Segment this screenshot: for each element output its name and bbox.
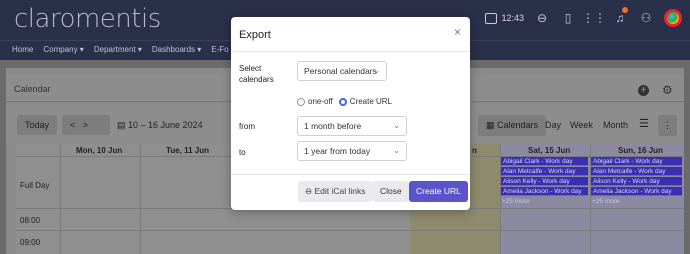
to-label: to <box>239 148 246 157</box>
nav-dashboards[interactable]: Dashboards ▾ <box>152 45 201 54</box>
top-icons: 12:43 ⊖ ▯ ⋮⋮ ♫ ⚇ <box>485 7 682 27</box>
edit-ical-links-button[interactable]: ⊖ Edit iCal links <box>298 181 373 202</box>
col-head-tue: Tue, 11 Jun <box>166 146 209 155</box>
list-view-icon[interactable]: ☰ <box>639 117 649 130</box>
more-events-link[interactable]: +25 more <box>502 198 530 205</box>
calendar-icon <box>485 12 498 24</box>
view-month-button[interactable]: Month <box>603 120 628 130</box>
grid-line <box>16 230 684 231</box>
more-options-icon[interactable]: ⋮ <box>658 115 677 136</box>
add-event-icon[interactable]: + <box>638 85 649 96</box>
date-range-label: 10 – 16 June 2024 <box>128 120 203 130</box>
view-day-button[interactable]: Day <box>545 120 561 130</box>
col-head-mon: Mon, 10 Jun <box>76 146 123 155</box>
prev-next-buttons[interactable]: < > <box>62 115 110 135</box>
calendars-button[interactable]: ▦ Calendars <box>478 115 547 136</box>
date-range: ▤ 10 – 16 June 2024 <box>117 120 203 131</box>
brand-logo-icon[interactable] <box>664 9 682 27</box>
to-select-value: 1 year from today <box>304 146 371 156</box>
modal-divider <box>231 51 470 52</box>
nav-company[interactable]: Company ▾ <box>43 45 83 54</box>
grid-line <box>140 144 141 254</box>
radio-create-label: Create URL <box>349 97 393 106</box>
radio-selected-icon <box>338 97 347 106</box>
clock[interactable]: 12:43 <box>485 12 524 24</box>
clock-time: 12:43 <box>501 13 524 23</box>
edit-ical-label: Edit iCal links <box>314 186 366 196</box>
bell-icon[interactable]: ♫ <box>612 7 628 26</box>
radio-oneoff-label: one-off <box>308 97 333 106</box>
calendar-range-icon: ▤ <box>117 120 129 130</box>
col-head-sat: Sat, 15 Jun <box>528 146 571 155</box>
col-head-sun: Sun, 16 Jun <box>618 146 663 155</box>
radio-oneoff[interactable]: one-off <box>297 97 333 106</box>
chevron-down-icon: ⌄ <box>393 121 400 130</box>
close-icon[interactable]: × <box>454 25 461 39</box>
nav-home[interactable]: Home <box>12 45 33 54</box>
row-label-fullday: Full Day <box>20 181 50 190</box>
select-calendars-label: Select calendars <box>239 64 274 84</box>
to-select[interactable]: 1 year from today ⌄ <box>297 141 407 161</box>
event-item[interactable]: Abigail Clark - Work day <box>501 157 588 166</box>
nav-eforms[interactable]: E-Fo <box>211 45 228 54</box>
event-item[interactable]: Alan Metcalfe - Work day <box>501 167 588 176</box>
view-week-button[interactable]: Week <box>570 120 593 130</box>
bookmark-icon[interactable]: ▯ <box>560 10 576 26</box>
from-select-value: 1 month before <box>304 121 362 131</box>
export-type-radios: one-off Create URL <box>297 97 392 106</box>
apps-grid-icon[interactable]: ⋮⋮ <box>582 10 606 26</box>
modal-title: Export <box>239 29 271 41</box>
from-select[interactable]: 1 month before ⌄ <box>297 116 407 136</box>
link-icon[interactable]: ⊖ <box>534 10 550 26</box>
today-button[interactable]: Today <box>17 115 58 135</box>
close-button[interactable]: Close <box>373 181 409 202</box>
calendars-select-value: Personal calendars <box>304 66 377 76</box>
modal-divider <box>231 174 470 175</box>
radio-create-url[interactable]: Create URL <box>338 97 393 106</box>
more-events-link[interactable]: +25 more <box>592 198 620 205</box>
chevron-down-icon: ⌄ <box>373 66 380 75</box>
export-modal: Export × Select calendars Personal calen… <box>231 17 470 210</box>
create-url-button[interactable]: Create URL <box>409 181 468 202</box>
notification-dot <box>622 7 628 13</box>
calendars-label: Calendars <box>497 120 539 130</box>
from-label: from <box>239 122 255 131</box>
event-item[interactable]: Amelia Jackson - Work day <box>591 187 682 196</box>
radio-circle-icon <box>297 97 305 106</box>
calendars-select[interactable]: Personal calendars ⌄ <box>297 61 387 81</box>
event-item[interactable]: Alison Kelly - Work day <box>591 177 682 186</box>
nav-department[interactable]: Department ▾ <box>94 45 142 54</box>
page-title: Calendar <box>14 84 51 94</box>
row-label-0900: 09:00 <box>20 238 41 247</box>
grid-line <box>60 144 61 254</box>
chevron-down-icon: ⌄ <box>393 146 400 155</box>
event-item[interactable]: Amelia Jackson - Work day <box>501 187 588 196</box>
people-icon[interactable]: ⚇ <box>638 10 654 26</box>
col-head-partial: n <box>472 146 477 155</box>
settings-gear-icon[interactable]: ⚙ <box>662 83 673 97</box>
row-label-0800: 08:00 <box>20 216 41 225</box>
event-item[interactable]: Abigail Clark - Work day <box>591 157 682 166</box>
event-item[interactable]: Alan Metcalfe - Work day <box>591 167 682 176</box>
app-logo-text[interactable]: claromentis <box>14 4 161 34</box>
event-item[interactable]: Alison Kelly - Work day <box>501 177 588 186</box>
